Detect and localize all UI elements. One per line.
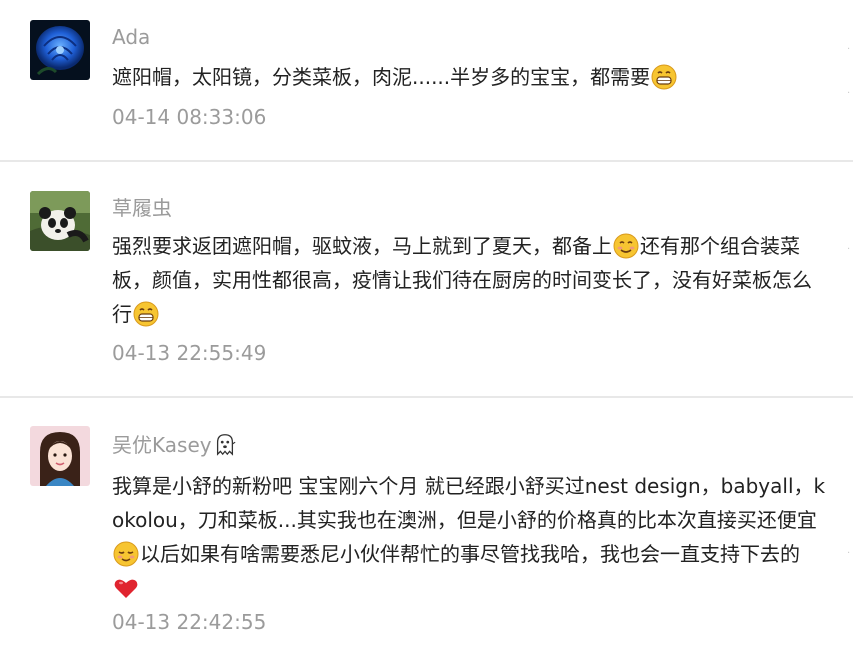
avatar[interactable]: [30, 20, 90, 80]
divider: [0, 160, 853, 162]
comment-line: 强烈要求返团遮阳帽，驱蚊液，马上就到了夏天，都备上 还有那个组合装菜: [112, 233, 800, 259]
avatar[interactable]: [30, 426, 90, 486]
edge-artifact: ·: [847, 44, 851, 55]
comment-text: 遮阳帽，太阳镜，分类菜板，肉泥......半岁多的宝宝，都需要: [112, 60, 853, 94]
comment-line: 我算是小舒的新粉吧 宝宝刚六个月 就已经跟小舒买过nest design，bab…: [112, 474, 826, 498]
divider: [0, 396, 853, 398]
comment-text: 我算是小舒的新粉吧 宝宝刚六个月 就已经跟小舒买过nest design，bab…: [112, 469, 853, 605]
girl-portrait-avatar-image: [30, 426, 90, 486]
comment-line: 行: [112, 297, 853, 331]
grinning-face-icon: [133, 301, 159, 327]
avatar[interactable]: [30, 191, 90, 251]
comment-line: 遮阳帽，太阳镜，分类菜板，肉泥......半岁多的宝宝，都需要: [112, 60, 853, 94]
grinning-face-icon: [651, 64, 677, 90]
smiling-face-icon: [613, 233, 639, 259]
red-heart-icon: [113, 575, 139, 601]
edge-artifact: ·: [847, 548, 851, 559]
timestamp: 04-13 22:55:49: [112, 341, 267, 365]
edge-artifact: ·: [847, 244, 851, 255]
blue-rose-avatar-image: [30, 20, 90, 80]
username[interactable]: 草履虫: [112, 196, 172, 220]
edge-artifact: ·: [847, 88, 851, 99]
comment-line: 板，颜值，实用性都很高，疫情让我们待在厨房的时间变长了，没有好菜板怎么: [112, 268, 812, 292]
comment-text: 强烈要求返团遮阳帽，驱蚊液，马上就到了夏天，都备上 还有那个组合装菜 板，颜值，实…: [112, 229, 853, 331]
comment-feed: Ada 遮阳帽，太阳镜，分类菜板，肉泥......半岁多的宝宝，都需要 04-1…: [0, 0, 853, 664]
panda-avatar-image: [30, 191, 90, 251]
username[interactable]: 吴优Kasey: [112, 432, 238, 457]
timestamp: 04-14 08:33:06: [112, 105, 267, 129]
username[interactable]: Ada: [112, 25, 150, 49]
comment-line: okolou，刀和菜板...其实我也在澳洲，但是小舒的价格真的比本次直接买还便宜: [112, 508, 817, 532]
ghost-icon: [213, 432, 237, 456]
timestamp: 04-13 22:42:55: [112, 610, 267, 634]
comment-line: 以后如果有啥需要悉尼小伙伴帮忙的事尽管找我哈，我也会一直支持下去的: [112, 537, 853, 571]
relieved-face-icon: [113, 541, 139, 567]
comment-line: [112, 571, 853, 605]
